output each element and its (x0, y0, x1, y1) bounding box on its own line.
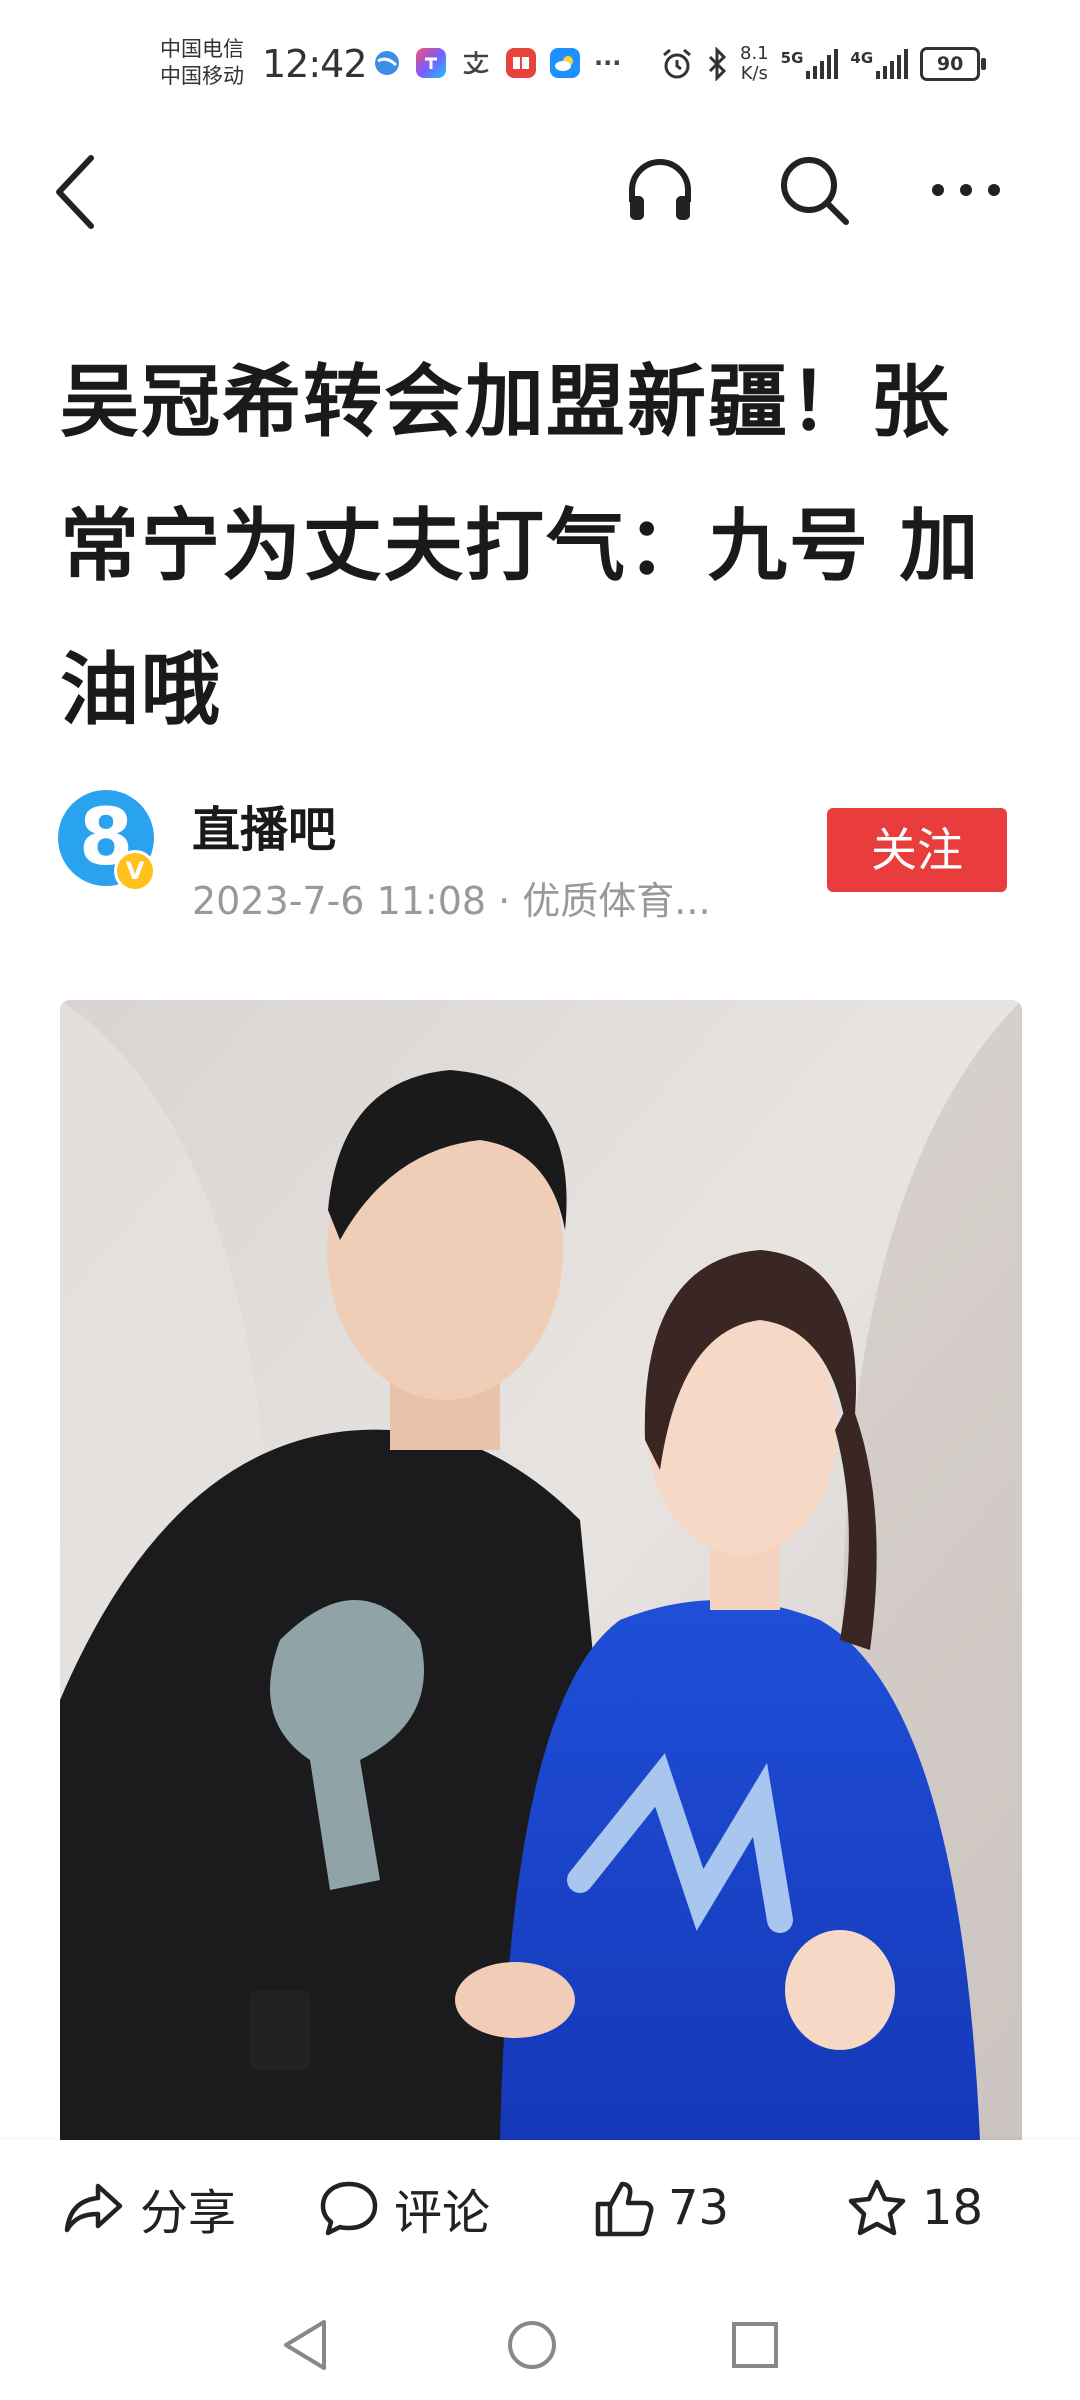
thumbs-up-icon (595, 2181, 654, 2237)
nav-home-icon[interactable] (505, 2318, 559, 2372)
app-icon-colorful (416, 48, 446, 78)
share-label: 分享 (140, 2185, 237, 2241)
back-button[interactable] (36, 152, 116, 232)
star-icon (848, 2179, 906, 2236)
browser-icon (375, 51, 399, 75)
like-count: 73 (668, 2180, 730, 2236)
notification-icons: ··· (372, 48, 621, 78)
signal-5g-icon: 5G (781, 49, 839, 79)
nav-recents-icon[interactable] (730, 2320, 780, 2370)
more-dots-icon (932, 184, 1000, 196)
listen-button[interactable] (620, 150, 700, 230)
more-options-button[interactable] (926, 150, 1006, 230)
carrier-2: 中国移动 (160, 64, 244, 88)
carrier-labels: 中国电信 中国移动 (160, 36, 244, 90)
like-button[interactable]: 73 (592, 2168, 729, 2248)
system-status: 8.1 K/s 5G 4G 90 (660, 43, 987, 84)
status-time: 12:42 (262, 42, 368, 86)
system-navigation-bar (0, 2310, 1080, 2380)
verified-badge-icon: V (114, 850, 156, 892)
search-button[interactable] (774, 150, 854, 230)
follow-button[interactable]: 关注 (827, 808, 1007, 892)
author-name[interactable]: 直播吧 (192, 790, 336, 860)
article-meta: 2023-7-6 11:08 · 优质体育... (192, 879, 711, 923)
weather-icon (550, 48, 580, 78)
article-photo[interactable] (60, 1000, 1022, 2140)
headphones-icon (629, 159, 691, 220)
alarm-icon (663, 48, 691, 79)
more-notifications-icon: ··· (594, 49, 622, 77)
signal-4g-icon: 4G (850, 49, 909, 79)
share-button[interactable]: 分享 (62, 2168, 236, 2248)
chevron-left-icon (56, 155, 94, 229)
comment-button[interactable]: 评论 (318, 2168, 490, 2248)
nav-back-icon[interactable] (280, 2318, 330, 2372)
network-speed: 8.1 K/s (740, 43, 769, 84)
article-title: 吴冠希转会加盟新疆！张常宁为丈夫打气：九号 加油哦 (60, 356, 981, 736)
comment-label: 评论 (394, 2185, 491, 2241)
reader-icon (506, 48, 536, 78)
favorite-count: 18 (922, 2180, 984, 2236)
favorite-button[interactable]: 18 (846, 2168, 983, 2248)
search-icon (781, 157, 849, 225)
battery-indicator: 90 (920, 47, 987, 81)
carrier-1: 中国电信 (160, 37, 244, 61)
couple-photo-image (60, 1000, 1022, 2140)
share-icon (64, 2183, 123, 2233)
alipay-icon (463, 51, 489, 75)
bluetooth-icon (708, 47, 727, 81)
comment-icon (320, 2181, 378, 2236)
